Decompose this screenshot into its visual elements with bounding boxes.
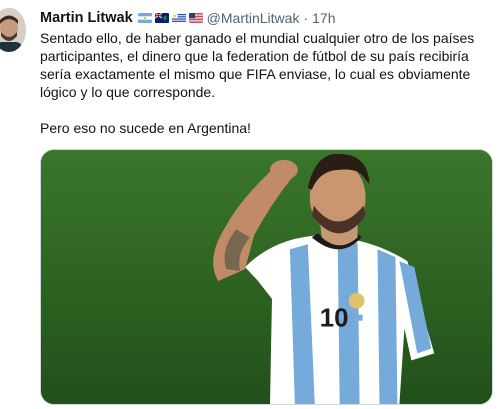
uruguay-flag-icon — [171, 13, 186, 23]
author-avatar[interactable] — [0, 8, 26, 52]
author-name[interactable]: Martin Litwak — [40, 10, 133, 26]
tweet-text: Sentado ello, de haber ganado el mundial… — [40, 29, 492, 137]
tweet-paragraph-2: Pero eso no sucede en Argentina! — [40, 120, 251, 136]
british-virgin-islands-flag-icon — [154, 13, 169, 23]
avatar-image — [0, 8, 26, 52]
tweet-paragraph-1: Sentado ello, de haber ganado el mundial… — [40, 30, 475, 100]
tweet-timestamp[interactable]: 17h — [312, 10, 335, 26]
usa-flag-icon — [188, 13, 203, 23]
tweet-media-image[interactable]: 10 — [40, 149, 493, 405]
soccer-player-photo: 10 — [41, 150, 492, 404]
flag-emojis — [137, 13, 203, 23]
tweet-card[interactable]: Martin Litwak @MartinLitwak · 17h Sentad… — [0, 0, 501, 409]
tweet-header: Martin Litwak @MartinLitwak · 17h — [40, 8, 335, 28]
author-handle[interactable]: @MartinLitwak — [207, 10, 300, 26]
jersey-number: 10 — [320, 305, 349, 333]
argentina-flag-icon — [137, 13, 152, 23]
separator-dot: · — [303, 10, 309, 26]
